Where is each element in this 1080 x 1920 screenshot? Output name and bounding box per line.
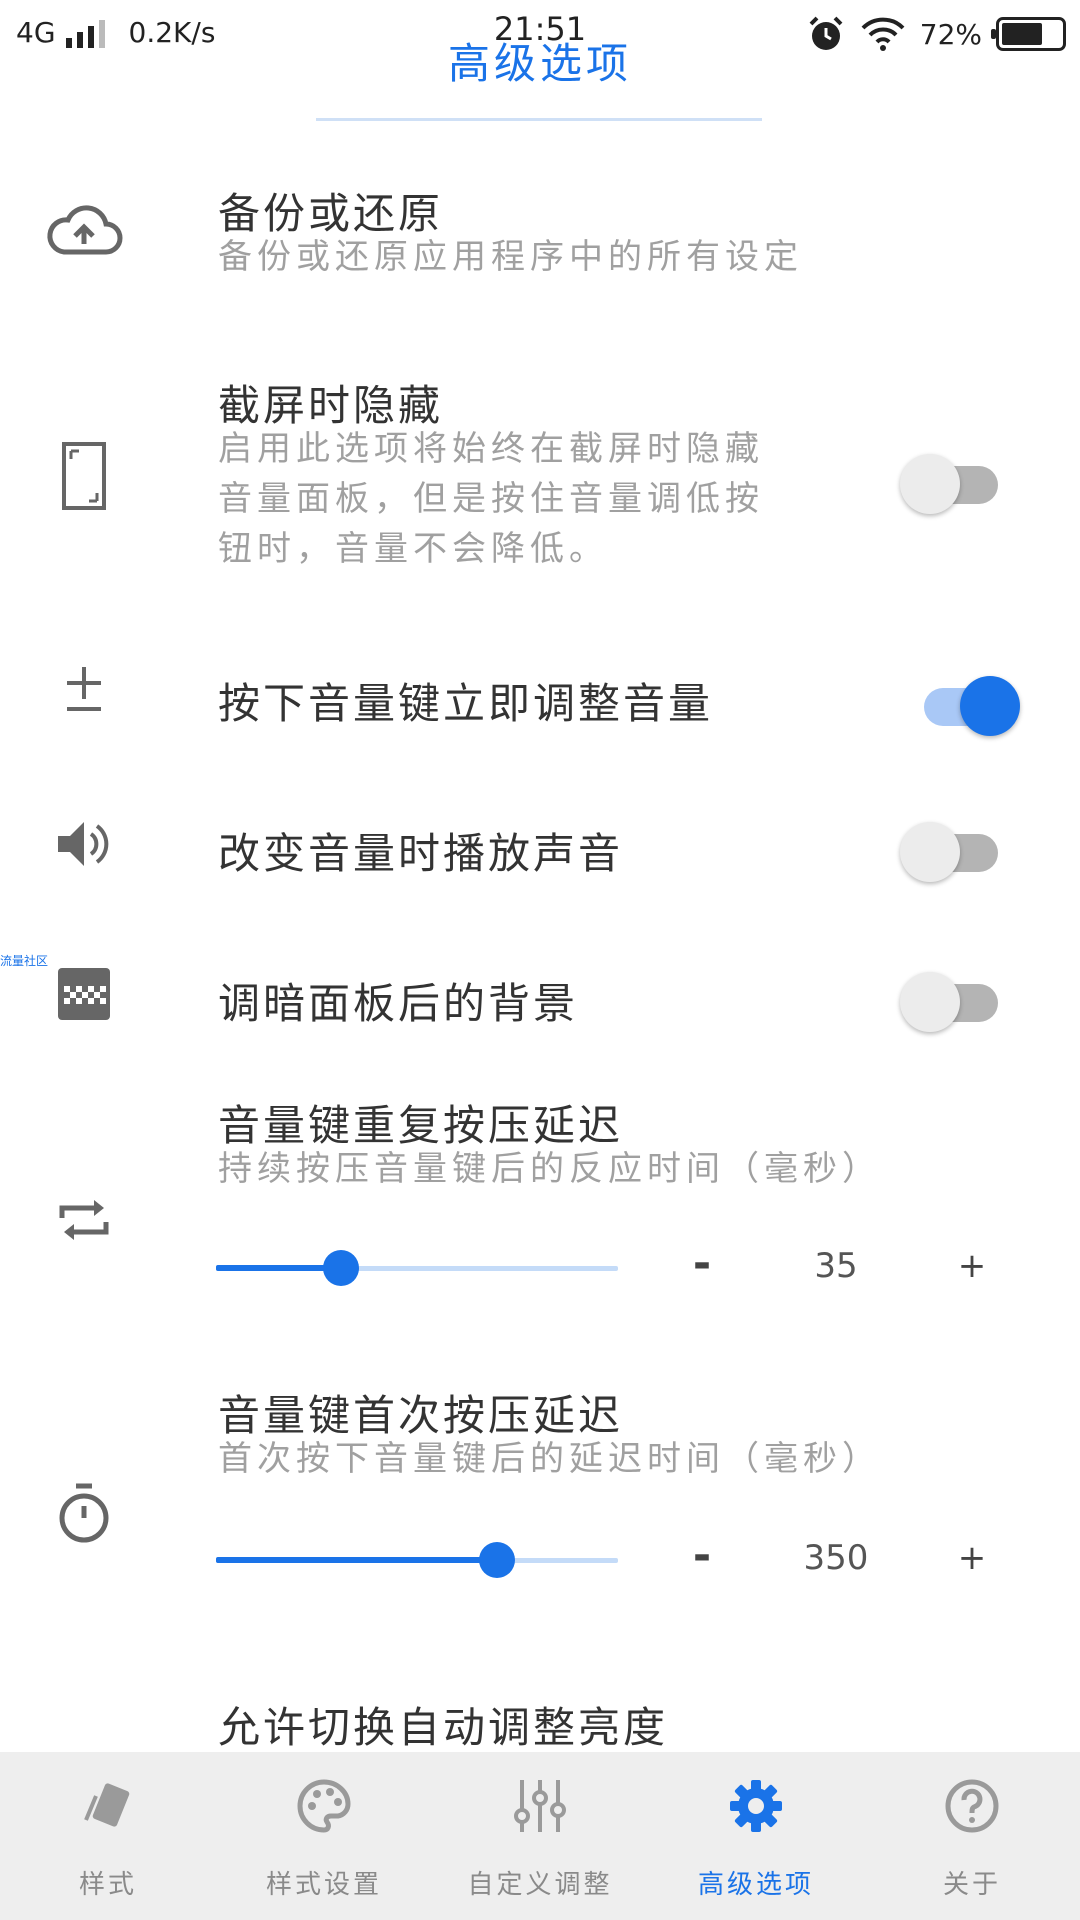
auto-brightness-title: 允许切换自动调整亮度	[218, 1703, 669, 1752]
help-icon	[942, 1776, 1002, 1836]
timer-icon	[44, 1474, 124, 1554]
repeat-delay-subtitle: 持续按压音量键后的反应时间（毫秒）	[218, 1149, 881, 1189]
screenshot-hide-toggle[interactable]	[900, 444, 1010, 514]
slider-fill	[216, 1557, 498, 1563]
instant-adjust-toggle[interactable]	[910, 666, 1020, 736]
plus-minus-icon	[44, 660, 124, 740]
first-delay-value: 350	[803, 1538, 869, 1578]
dim-background-title: 调暗面板后的背景	[218, 979, 579, 1028]
toggle-knob	[960, 676, 1020, 736]
nav-item-advanced[interactable]: 高级选项	[648, 1752, 864, 1920]
phone-outline-icon	[44, 436, 124, 516]
nav-item-custom-adjust[interactable]: 自定义调整	[432, 1752, 648, 1920]
toggle-knob	[900, 454, 960, 514]
toggle-knob	[900, 972, 960, 1032]
repeat-delay-value: 35	[814, 1246, 858, 1286]
instant-adjust-row[interactable]: 按下音量键立即调整音量	[0, 650, 1080, 750]
subtitle-line: 启用此选项将始终在截屏时隐藏	[218, 429, 764, 469]
repeat-delay-slider[interactable]	[216, 1248, 618, 1288]
first-delay-row: 音量键首次按压延迟 首次按下音量键后的延迟时间（毫秒） - 350 +	[0, 1380, 1080, 1600]
card-icon	[78, 1776, 138, 1836]
slider-thumb[interactable]	[479, 1542, 516, 1578]
first-delay-slider[interactable]	[216, 1540, 618, 1580]
nav-label: 样式设置	[265, 1870, 382, 1900]
nav-label: 高级选项	[697, 1870, 814, 1900]
repeat-icon	[44, 1180, 124, 1260]
slider-thumb[interactable]	[322, 1250, 359, 1286]
repeat-delay-minus-button[interactable]: -	[682, 1238, 722, 1289]
backup-subtitle: 备份或还原应用程序中的所有设定	[218, 237, 803, 277]
slider-fill	[216, 1265, 341, 1271]
toggle-knob	[900, 822, 960, 882]
play-sound-row[interactable]: 改变音量时播放声音	[0, 800, 1080, 900]
play-sound-title: 改变音量时播放声音	[218, 829, 624, 878]
cloud-upload-icon	[44, 192, 124, 272]
nav-label: 样式	[78, 1870, 137, 1900]
play-sound-toggle[interactable]	[900, 812, 1010, 882]
dim-background-toggle[interactable]	[900, 962, 1010, 1032]
bottom-nav: 样式 样式设置 自定义调整 高级选项 关于	[0, 1752, 1080, 1920]
nav-item-style-settings[interactable]: 样式设置	[216, 1752, 432, 1920]
checker-icon	[44, 954, 124, 1034]
speaker-icon	[44, 804, 124, 884]
nav-label: 自定义调整	[467, 1870, 613, 1900]
nav-label: 关于	[942, 1870, 1001, 1900]
palette-icon	[294, 1776, 354, 1836]
repeat-delay-row: 音量键重复按压延迟 持续按压音量键后的反应时间（毫秒） - 35 +	[0, 1090, 1080, 1310]
screenshot-hide-subtitle: 启用此选项将始终在截屏时隐藏 音量面板，但是按住音量调低按 钮时，音量不会降低。	[218, 424, 818, 574]
auto-brightness-row[interactable]: 允许切换自动调整亮度	[0, 1690, 1080, 1752]
repeat-delay-plus-button[interactable]: +	[952, 1246, 992, 1286]
gear-icon	[726, 1776, 786, 1836]
screenshot-hide-row[interactable]: 截屏时隐藏 启用此选项将始终在截屏时隐藏 音量面板，但是按住音量调低按 钮时，音…	[0, 370, 1080, 580]
subtitle-line: 钮时，音量不会降低。	[218, 529, 608, 569]
sliders-icon	[510, 1776, 570, 1836]
instant-adjust-title: 按下音量键立即调整音量	[218, 679, 714, 728]
first-delay-plus-button[interactable]: +	[952, 1538, 992, 1578]
page-title: 高级选项	[447, 39, 632, 88]
subtitle-line: 音量面板，但是按住音量调低按	[218, 479, 764, 519]
first-delay-subtitle: 首次按下音量键后的延迟时间（毫秒）	[218, 1439, 881, 1479]
first-delay-minus-button[interactable]: -	[682, 1530, 722, 1581]
nav-item-style[interactable]: 样式	[0, 1752, 216, 1920]
title-underline	[316, 118, 762, 121]
nav-item-about[interactable]: 关于	[864, 1752, 1080, 1920]
dim-background-row[interactable]: 调暗面板后的背景	[0, 950, 1080, 1050]
backup-row[interactable]: 备份或还原 备份或还原应用程序中的所有设定	[0, 170, 1080, 310]
